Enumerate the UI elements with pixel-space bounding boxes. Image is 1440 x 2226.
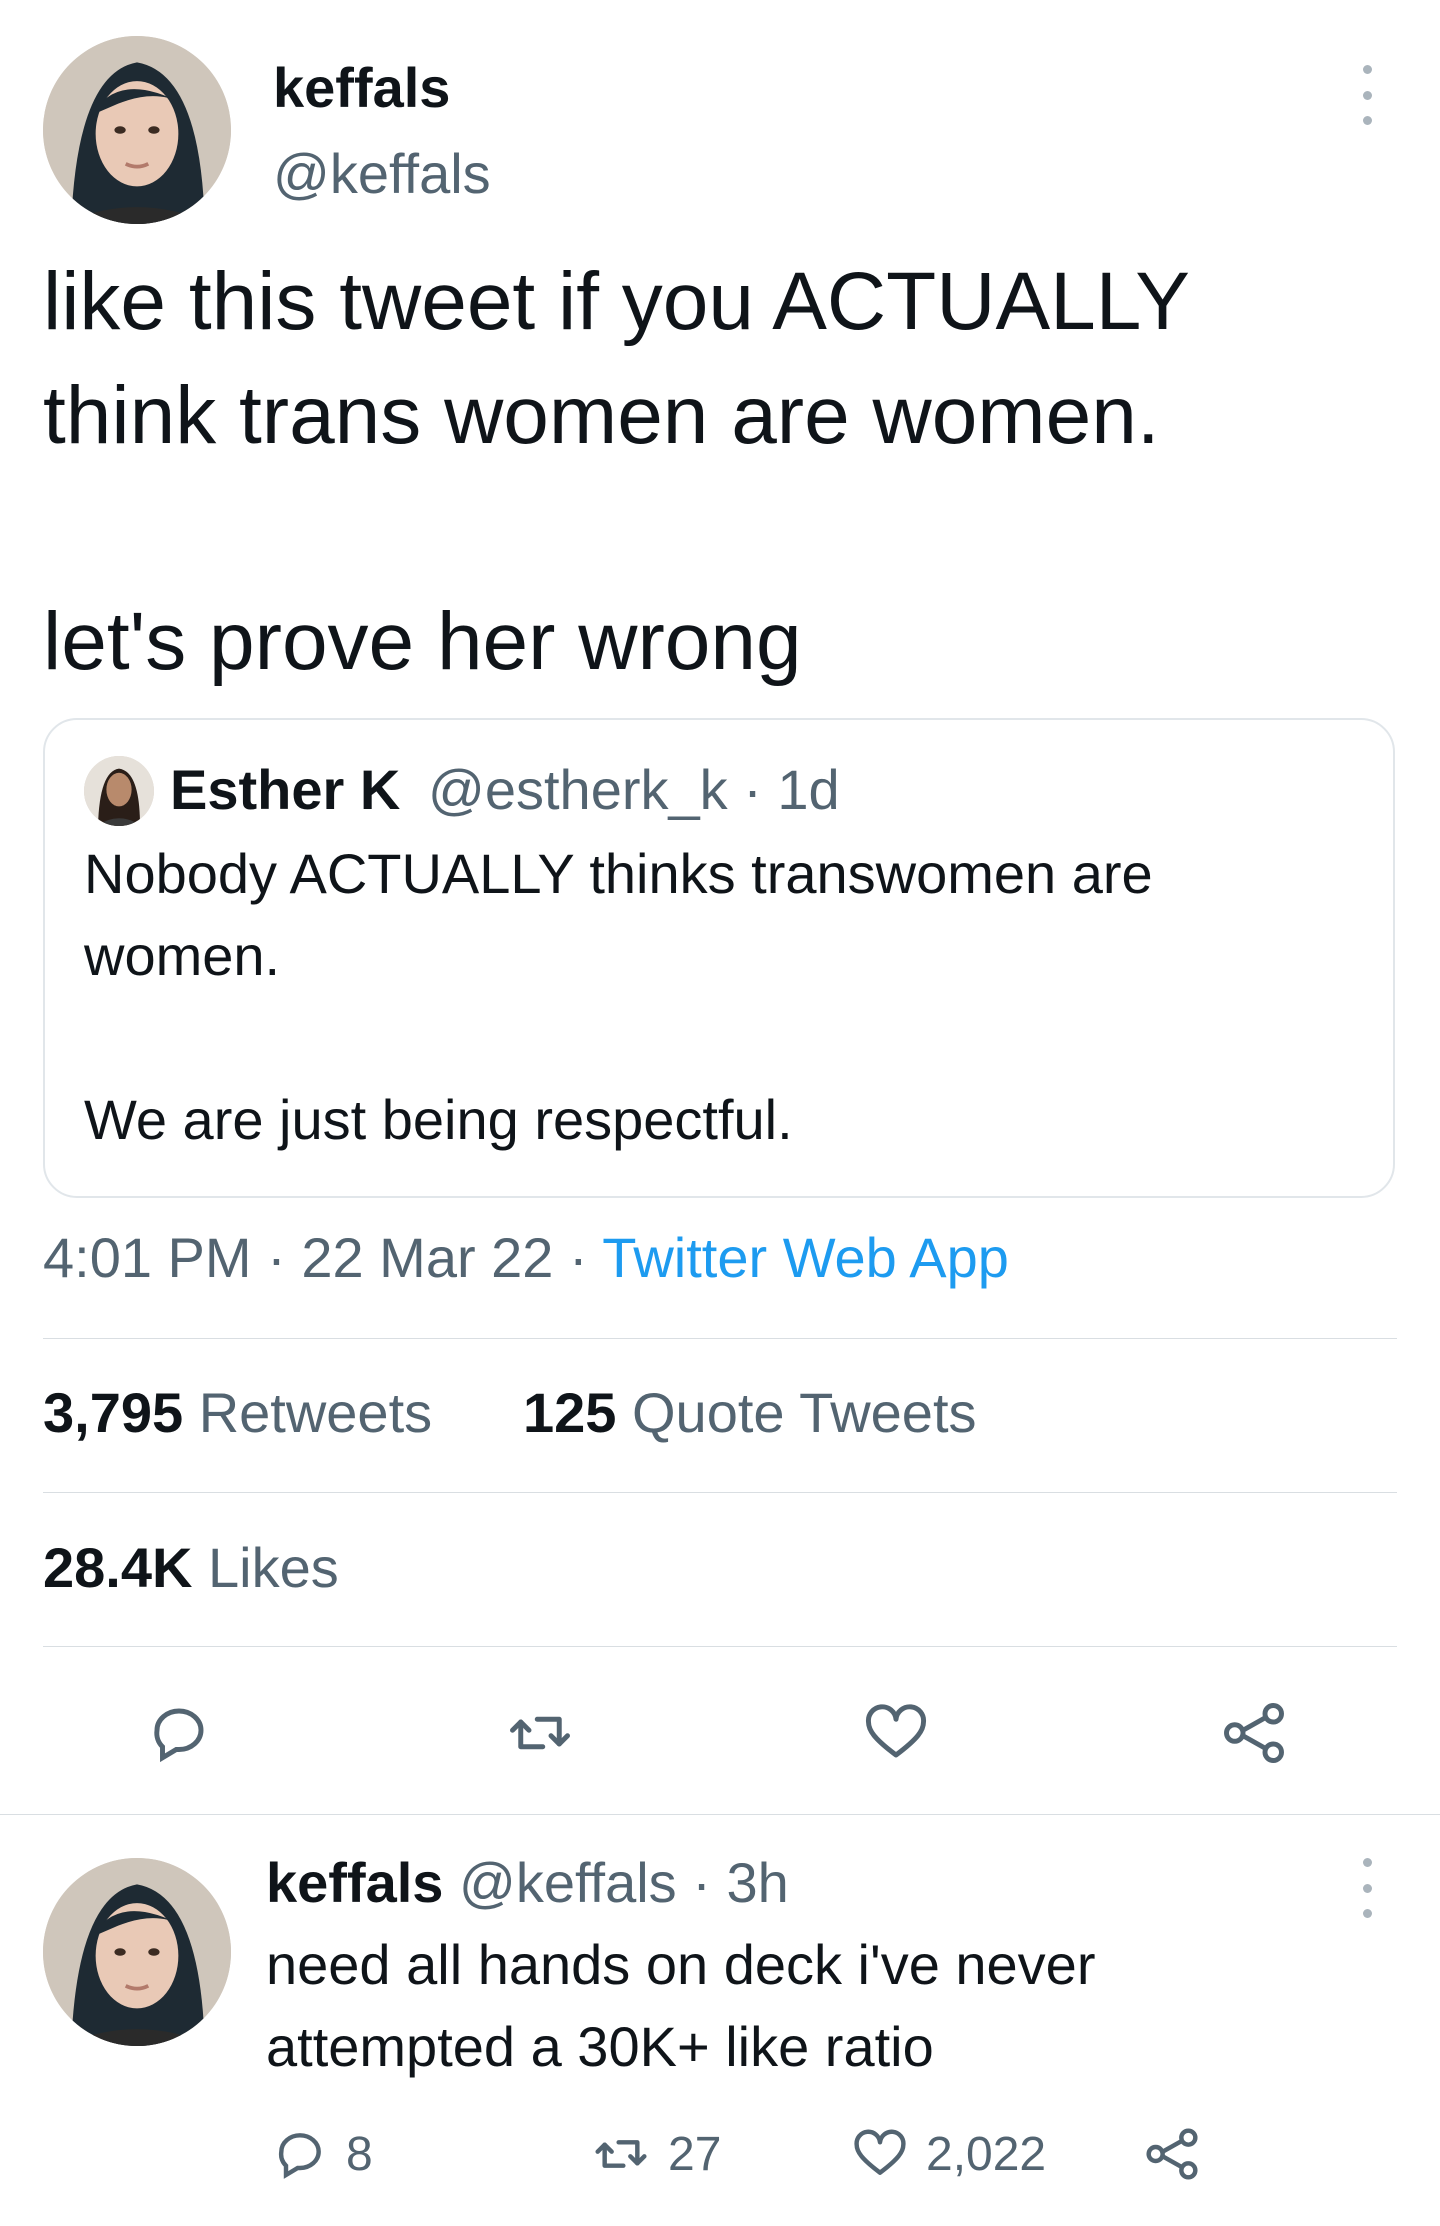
divider <box>43 1338 1397 1339</box>
retweets-count: 3,795 <box>43 1381 184 1444</box>
quote-tweets-label: Quote Tweets <box>632 1381 977 1444</box>
quote-tweets-stat[interactable]: 125 Quote Tweets <box>523 1380 977 1446</box>
reply-reply-action[interactable]: 8 <box>272 2126 373 2182</box>
quoted-text-line: Nobody ACTUALLY thinks transwomen are <box>84 842 1153 905</box>
reply-text-line: need all hands on deck i've never <box>266 1933 1096 1996</box>
reply-header: keffals @keffals · 3h <box>266 1850 789 1916</box>
author-avatar[interactable] <box>43 36 231 224</box>
tweet-metadata: 4:01 PM · 22 Mar 22 · Twitter Web App <box>43 1225 1009 1291</box>
likes-stat[interactable]: 28.4K Likes <box>43 1535 339 1601</box>
divider <box>43 1646 1397 1647</box>
reply-like-action[interactable]: 2,022 <box>852 2126 1046 2182</box>
quoted-handle-time[interactable]: @estherk_k · 1d <box>428 758 840 822</box>
share-icon[interactable] <box>1220 1700 1288 1766</box>
quote-tweets-count: 125 <box>523 1381 617 1444</box>
reply-handle-time[interactable]: @keffals · 3h <box>459 1851 789 1914</box>
retweet-icon <box>592 2126 650 2182</box>
retweet-icon[interactable] <box>505 1700 575 1766</box>
like-icon <box>852 2126 908 2182</box>
retweets-label: Retweets <box>198 1381 433 1444</box>
quoted-author-avatar[interactable] <box>84 756 154 826</box>
tweet-text-line: think trans women are women. <box>43 370 1160 461</box>
like-icon[interactable] <box>862 1700 930 1766</box>
retweet-count: 27 <box>668 2127 722 2181</box>
like-count: 2,022 <box>926 2127 1047 2181</box>
quoted-text-line: women. <box>84 924 281 987</box>
reply-text-line: attempted a 30K+ like ratio <box>266 2015 934 2078</box>
quoted-display-name[interactable]: Esther K <box>170 758 400 822</box>
reply-more-options-icon[interactable] <box>1357 1858 1377 1918</box>
likes-count: 28.4K <box>43 1536 193 1599</box>
tweet-text-line: like this tweet if you ACTUALLY <box>43 256 1190 347</box>
reply-icon[interactable] <box>146 1700 212 1766</box>
reply-retweet-action[interactable]: 27 <box>592 2126 721 2182</box>
reply-display-name[interactable]: keffals <box>266 1851 443 1914</box>
reply-icon <box>272 2126 328 2182</box>
author-display-name[interactable]: keffals <box>273 56 450 120</box>
tweet-text-line: let's prove her wrong <box>43 596 802 687</box>
reply-count: 8 <box>346 2127 373 2181</box>
more-options-icon[interactable] <box>1357 65 1377 125</box>
divider <box>43 1492 1397 1493</box>
source-link[interactable]: Twitter Web App <box>602 1226 1009 1289</box>
share-icon[interactable] <box>1144 2126 1200 2182</box>
section-divider <box>0 1814 1440 1815</box>
quoted-text-line: We are just being respectful. <box>84 1088 793 1151</box>
likes-label: Likes <box>208 1536 339 1599</box>
timestamp[interactable]: 4:01 PM · 22 Mar 22 · <box>43 1226 602 1289</box>
reply-author-avatar[interactable] <box>43 1858 231 2046</box>
author-handle[interactable]: @keffals <box>273 142 491 206</box>
retweets-stat[interactable]: 3,795 Retweets <box>43 1380 432 1446</box>
